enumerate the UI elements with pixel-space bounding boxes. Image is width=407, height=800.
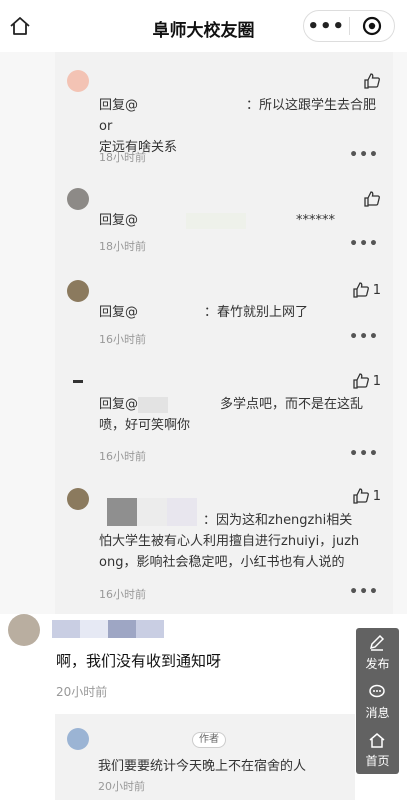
reply-time: 16小时前 <box>99 588 146 601</box>
top-bar: 阜师大校友圈 ••• <box>0 0 407 52</box>
redacted-username <box>52 620 80 638</box>
avatar[interactable] <box>67 280 89 302</box>
post-label: 发布 <box>365 657 390 671</box>
floating-action-bar: 发布 消息 首页 <box>356 628 399 774</box>
reply-prefix: 回复@ <box>99 397 139 412</box>
pencil-icon <box>370 634 385 651</box>
like-count[interactable]: 1 <box>352 487 381 505</box>
reply-line1: 多学点吧，而不是在这乱 <box>220 397 364 412</box>
like-icon <box>353 282 369 298</box>
reply-text: 我们要要统计今天晚上不在宿舍的人 <box>98 759 307 774</box>
reply-line2: 喷，好可笑啊你 <box>99 418 191 433</box>
like-count[interactable]: 1 <box>352 372 381 390</box>
reply-time: 20小时前 <box>98 780 145 793</box>
avatar[interactable] <box>67 70 89 92</box>
like-icon <box>353 488 369 504</box>
redacted-username <box>138 98 247 113</box>
list-item: 1 ：因为这和zhengzhi相关 怕大学生被有心人利用擅自进行zhuiyi，j… <box>55 480 393 610</box>
reply-more-button[interactable]: ••• <box>349 446 379 462</box>
redacted-username <box>138 305 205 320</box>
like-count[interactable]: 1 <box>352 281 381 299</box>
reply-text: 回复@ ****** <box>99 210 377 231</box>
reply-text: ：因为这和zhengzhi相关 怕大学生被有心人利用擅自进行zhuiyi，juz… <box>99 510 377 573</box>
list-item: 回复@ ：所以这跟学生去合肥or 定远有啥关系 18小时前 ••• <box>55 62 393 172</box>
reply-time: 16小时前 <box>99 333 146 346</box>
house-icon <box>369 733 385 749</box>
comment-time: 20小时前 <box>56 685 108 699</box>
avatar[interactable] <box>8 614 40 646</box>
message-button[interactable]: 消息 <box>365 683 390 726</box>
like-icon[interactable] <box>363 72 381 90</box>
avatar[interactable] <box>67 488 89 510</box>
avatar[interactable] <box>67 728 89 750</box>
target-close-icon <box>362 16 381 36</box>
avatar[interactable] <box>73 380 83 383</box>
author-badge: 作者 <box>192 732 226 748</box>
redacted-username <box>108 620 136 638</box>
reply-more-button[interactable]: ••• <box>349 329 379 345</box>
reply-text: 回复@ 多学点吧，而不是在这乱 喷，好可笑啊你 <box>99 394 377 436</box>
home-label: 首页 <box>365 754 390 769</box>
redacted-block <box>186 212 247 229</box>
reply-prefix: 回复@ <box>99 98 139 113</box>
redacted-username <box>138 396 169 413</box>
more-button[interactable]: ••• <box>304 16 349 37</box>
like-number: 1 <box>372 282 381 298</box>
post-button[interactable]: 发布 <box>365 634 390 677</box>
reply-prefix: 回复@ <box>99 305 139 320</box>
comment-text: 啊，我们没有收到通知呀 <box>56 652 222 670</box>
list-item: 1 回复@ ：春竹就别上网了 16小时前 ••• <box>55 272 393 352</box>
reply-time: 18小时前 <box>99 151 146 164</box>
avatar[interactable] <box>67 188 89 210</box>
home-nav-button[interactable]: 首页 <box>365 731 390 774</box>
reply-text: 回复@ ：春竹就别上网了 <box>99 302 377 323</box>
reply-line3: ong，影响社会稳定吧，小红书也有人说的 <box>99 555 345 570</box>
reply-more-button[interactable]: ••• <box>349 236 379 252</box>
message-label: 消息 <box>365 705 390 720</box>
message-icon <box>369 684 386 697</box>
list-item: 回复@ ****** 18小时前 ••• <box>55 180 393 260</box>
reply-more-button[interactable]: ••• <box>349 147 379 163</box>
reply-line1: ：因为这和zhengzhi相关 <box>203 513 353 528</box>
redacted-username <box>80 620 108 638</box>
list-item: 1 回复@ 多学点吧，而不是在这乱 喷，好可笑啊你 16小时前 ••• <box>55 366 393 474</box>
like-icon <box>353 373 369 389</box>
reply-time: 16小时前 <box>99 450 146 463</box>
reply-line1: ****** <box>296 213 336 228</box>
reply-line2: 怕大学生被有心人利用擅自进行zhuiyi，juzh <box>99 534 360 549</box>
like-number: 1 <box>372 488 381 504</box>
redacted-username <box>138 213 187 228</box>
reply-more-button[interactable]: ••• <box>349 584 379 600</box>
close-button[interactable] <box>349 16 394 36</box>
like-number: 1 <box>372 373 381 389</box>
reply-line1: ：春竹就别上网了 <box>204 305 309 320</box>
miniapp-capsule: ••• <box>303 10 395 42</box>
reply-prefix: 回复@ <box>99 213 139 228</box>
redacted-username <box>136 620 164 638</box>
reply-time: 18小时前 <box>99 240 146 253</box>
like-icon[interactable] <box>363 190 381 208</box>
